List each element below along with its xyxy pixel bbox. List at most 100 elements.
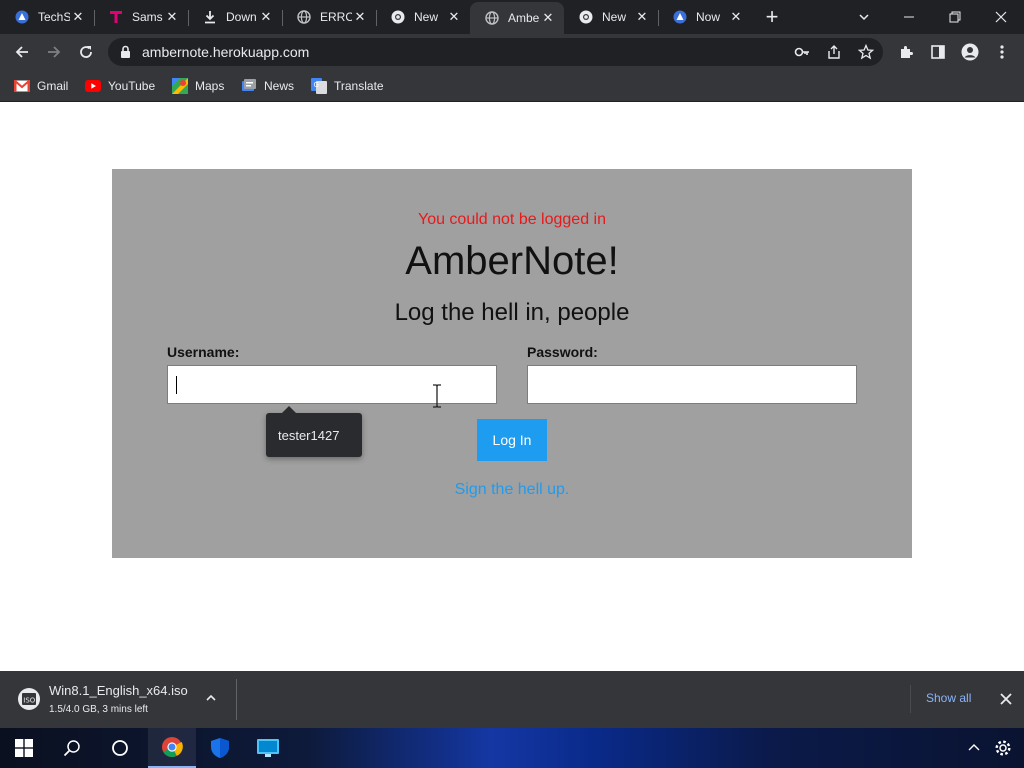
download-shelf: ISO Win8.1_English_x64.iso 1.5/4.0 GB, 3…: [0, 671, 1024, 728]
chrome-icon: [578, 9, 594, 25]
tab-1[interactable]: TechS ✕: [0, 2, 94, 32]
taskbar-chrome[interactable]: [148, 728, 196, 768]
extensions-button[interactable]: [892, 38, 920, 66]
close-window-button[interactable]: [986, 0, 1016, 34]
shelf-divider: [236, 679, 237, 720]
taskbar-defender[interactable]: [196, 728, 244, 768]
tab-8[interactable]: Now ✕: [658, 2, 752, 32]
close-icon[interactable]: ✕: [634, 9, 650, 25]
password-input[interactable]: [527, 365, 857, 404]
tab-title: Now: [696, 10, 721, 24]
tab-5[interactable]: New ✕: [376, 2, 470, 32]
close-icon[interactable]: ✕: [164, 9, 180, 25]
tab-3[interactable]: Down ✕: [188, 2, 282, 32]
profile-button[interactable]: [956, 38, 984, 66]
cortana-button[interactable]: [96, 728, 144, 768]
ibeam-cursor-icon: [432, 384, 442, 413]
avatar-icon: [961, 43, 979, 61]
close-icon[interactable]: ✕: [258, 9, 274, 25]
close-icon: [1000, 693, 1012, 705]
tab-title: ERRO: [320, 10, 352, 24]
restore-button[interactable]: [940, 0, 970, 34]
tab-4[interactable]: ERRO ✕: [282, 2, 376, 32]
tab-title: Ambe: [508, 11, 540, 25]
page-title: AmberNote!: [405, 239, 619, 283]
side-panel-button[interactable]: [924, 38, 952, 66]
autofill-suggestion-text: tester1427: [278, 427, 340, 443]
close-shelf-button[interactable]: [996, 689, 1016, 709]
download-status: 1.5/4.0 GB, 3 mins left: [49, 704, 148, 715]
bookmark-star-icon[interactable]: [857, 43, 875, 61]
login-error-message: You could not be logged in: [417, 211, 606, 228]
signup-link[interactable]: Sign the hell up.: [112, 481, 912, 499]
hub-icon: [672, 9, 688, 25]
minimize-icon: [904, 16, 914, 18]
bookmark-label: Gmail: [37, 79, 69, 93]
tab-7[interactable]: New ✕: [564, 2, 658, 32]
side-panel-icon: [931, 45, 945, 59]
gmail-icon: [14, 78, 30, 94]
settings-tray-button[interactable]: [990, 728, 1016, 768]
back-button[interactable]: [8, 38, 36, 66]
new-tab-button[interactable]: +: [758, 3, 786, 31]
close-icon[interactable]: ✕: [540, 10, 556, 26]
minimize-button[interactable]: [894, 0, 924, 34]
show-all-downloads-link[interactable]: Show all: [926, 691, 971, 705]
show-hidden-icons-button[interactable]: [962, 728, 986, 768]
chrome-icon: [390, 9, 406, 25]
iso-file-icon[interactable]: ISO: [17, 687, 41, 711]
reload-button[interactable]: [72, 38, 100, 66]
tab-6-active[interactable]: Ambe ✕: [470, 2, 564, 34]
youtube-icon: [85, 78, 101, 94]
restore-icon: [949, 11, 961, 23]
shield-icon: [211, 738, 229, 758]
tab-title: TechS: [38, 10, 70, 24]
share-icon[interactable]: [825, 43, 843, 61]
gear-icon: [995, 740, 1011, 756]
tab-title: New: [414, 10, 439, 24]
globe-icon: [484, 10, 500, 26]
username-input[interactable]: [167, 365, 497, 404]
tab-search-button[interactable]: [850, 0, 878, 34]
download-filename[interactable]: Win8.1_English_x64.iso: [49, 683, 188, 698]
bookmark-label: News: [264, 79, 295, 93]
bookmark-translate[interactable]: G Translate: [311, 76, 384, 96]
tab-title: Sams: [132, 10, 163, 24]
bookmark-maps[interactable]: Maps: [172, 76, 224, 96]
windows-taskbar: [0, 728, 1024, 768]
menu-button[interactable]: [988, 38, 1016, 66]
bookmark-label: YouTube: [108, 79, 156, 93]
close-icon[interactable]: ✕: [446, 9, 462, 25]
chevron-up-icon: [968, 744, 980, 751]
forward-button[interactable]: [40, 38, 68, 66]
tab-title: Down: [226, 10, 257, 24]
bookmark-youtube[interactable]: YouTube: [85, 76, 155, 96]
address-text[interactable]: ambernote.herokuapp.com: [142, 44, 309, 60]
close-icon[interactable]: ✕: [728, 9, 744, 25]
bookmark-gmail[interactable]: Gmail: [14, 76, 68, 96]
lock-icon[interactable]: [120, 45, 131, 64]
taskbar-remote-desktop[interactable]: [244, 728, 292, 768]
t-mobile-icon: [108, 9, 124, 25]
address-bar[interactable]: ambernote.herokuapp.com: [108, 38, 883, 66]
tab-2[interactable]: Sams ✕: [94, 2, 188, 32]
bookmarks-bar: Gmail YouTube Maps News G Translate: [0, 70, 1024, 102]
close-icon[interactable]: ✕: [70, 9, 86, 25]
bookmark-label: Translate: [334, 79, 384, 93]
start-button[interactable]: [0, 728, 48, 768]
bookmark-news[interactable]: News: [241, 76, 294, 96]
username-label: Username:: [167, 344, 240, 360]
text-caret: [176, 376, 177, 394]
search-button[interactable]: [48, 728, 96, 768]
login-button[interactable]: Log In: [477, 419, 547, 461]
key-icon[interactable]: [793, 43, 811, 61]
close-icon[interactable]: ✕: [352, 9, 368, 25]
svg-text:G: G: [314, 81, 319, 89]
news-icon: [241, 78, 257, 94]
chevron-up-icon[interactable]: [204, 691, 218, 710]
translate-icon: G: [311, 78, 327, 94]
reload-icon: [80, 46, 92, 58]
shelf-divider: [910, 685, 911, 713]
page-subtitle: Log the hell in, people: [394, 299, 630, 326]
autofill-suggestion[interactable]: tester1427: [266, 406, 362, 457]
